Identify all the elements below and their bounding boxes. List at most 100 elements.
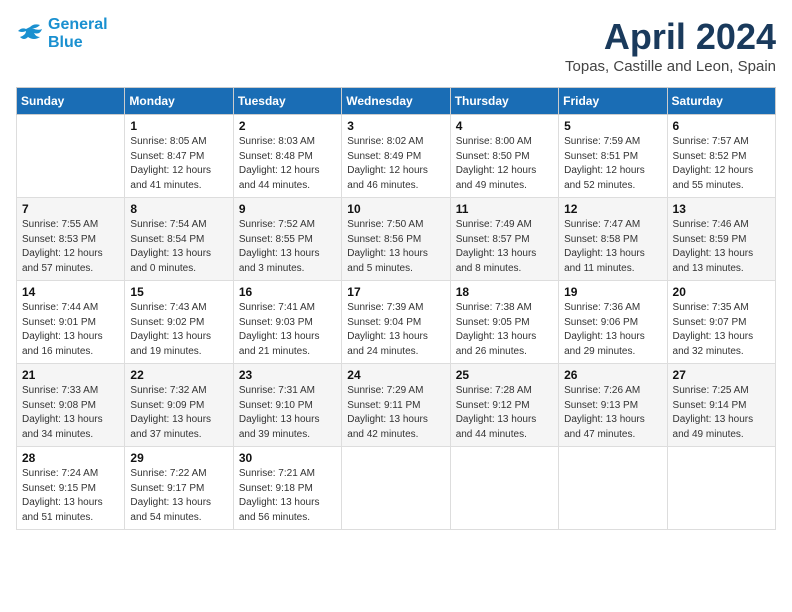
day-number: 15 <box>130 285 227 299</box>
day-number: 20 <box>673 285 770 299</box>
day-info: Sunrise: 7:47 AMSunset: 8:58 PMDaylight:… <box>564 218 661 276</box>
day-info: Sunrise: 8:00 AMSunset: 8:50 PMDaylight:… <box>456 135 553 193</box>
day-number: 29 <box>130 451 227 465</box>
logo-bird-icon <box>16 23 44 45</box>
day-number: 14 <box>22 285 119 299</box>
calendar-cell <box>450 447 558 530</box>
day-info: Sunrise: 7:57 AMSunset: 8:52 PMDaylight:… <box>673 135 770 193</box>
day-number: 17 <box>347 285 444 299</box>
weekday-header-row: SundayMondayTuesdayWednesdayThursdayFrid… <box>17 88 776 115</box>
calendar-cell: 20Sunrise: 7:35 AMSunset: 9:07 PMDayligh… <box>667 281 775 364</box>
calendar-cell: 5 Sunrise: 7:59 AMSunset: 8:51 PMDaylight… <box>559 115 667 198</box>
day-number: 26 <box>564 368 661 382</box>
calendar-cell: 23Sunrise: 7:31 AMSunset: 9:10 PMDayligh… <box>233 364 341 447</box>
day-info: Sunrise: 7:52 AMSunset: 8:55 PMDaylight:… <box>239 218 336 276</box>
calendar-cell: 25Sunrise: 7:28 AMSunset: 9:12 PMDayligh… <box>450 364 558 447</box>
day-info: Sunrise: 7:38 AMSunset: 9:05 PMDaylight:… <box>456 301 553 359</box>
day-number: 27 <box>673 368 770 382</box>
day-number: 10 <box>347 202 444 216</box>
calendar-cell <box>559 447 667 530</box>
logo: General Blue <box>16 16 108 51</box>
calendar-cell: 26 Sunrise: 7:26 AMSunset: 9:13 PMDayligh… <box>559 364 667 447</box>
day-info: Sunrise: 7:24 AMSunset: 9:15 PMDaylight:… <box>22 467 119 525</box>
day-number: 25 <box>456 368 553 382</box>
calendar-cell: 3Sunrise: 8:02 AMSunset: 8:49 PMDaylight… <box>342 115 450 198</box>
day-info: Sunrise: 7:32 AMSunset: 9:09 PMDaylight:… <box>130 384 227 442</box>
calendar-cell: 10 Sunrise: 7:50 AMSunset: 8:56 PMDayligh… <box>342 198 450 281</box>
calendar-cell: 8 Sunrise: 7:54 AMSunset: 8:54 PMDaylight… <box>125 198 233 281</box>
day-number: 21 <box>22 368 119 382</box>
day-info: Sunrise: 7:50 AMSunset: 8:56 PMDaylight:… <box>347 218 444 276</box>
logo-text: General Blue <box>48 16 108 51</box>
calendar-cell: 18 Sunrise: 7:38 AMSunset: 9:05 PMDayligh… <box>450 281 558 364</box>
calendar-week-row: 7 Sunrise: 7:55 AMSunset: 8:53 PMDaylight… <box>17 198 776 281</box>
day-number: 2 <box>239 119 336 133</box>
day-info: Sunrise: 7:25 AMSunset: 9:14 PMDaylight:… <box>673 384 770 442</box>
day-number: 19 <box>564 285 661 299</box>
day-number: 30 <box>239 451 336 465</box>
day-number: 12 <box>564 202 661 216</box>
day-info: Sunrise: 7:59 AMSunset: 8:51 PMDaylight:… <box>564 135 661 193</box>
calendar-week-row: 1 Sunrise: 8:05 AMSunset: 8:47 PMDaylight… <box>17 115 776 198</box>
calendar-cell: 7 Sunrise: 7:55 AMSunset: 8:53 PMDaylight… <box>17 198 125 281</box>
calendar-cell: 9 Sunrise: 7:52 AMSunset: 8:55 PMDaylight… <box>233 198 341 281</box>
day-info: Sunrise: 7:41 AMSunset: 9:03 PMDaylight:… <box>239 301 336 359</box>
calendar-cell: 11 Sunrise: 7:49 AMSunset: 8:57 PMDayligh… <box>450 198 558 281</box>
day-info: Sunrise: 7:49 AMSunset: 8:57 PMDaylight:… <box>456 218 553 276</box>
calendar-week-row: 28 Sunrise: 7:24 AMSunset: 9:15 PMDayligh… <box>17 447 776 530</box>
day-number: 18 <box>456 285 553 299</box>
calendar-cell: 30 Sunrise: 7:21 AMSunset: 9:18 PMDayligh… <box>233 447 341 530</box>
calendar-cell: 1 Sunrise: 8:05 AMSunset: 8:47 PMDaylight… <box>125 115 233 198</box>
day-number: 1 <box>130 119 227 133</box>
day-number: 9 <box>239 202 336 216</box>
calendar-cell <box>667 447 775 530</box>
day-number: 13 <box>673 202 770 216</box>
calendar-week-row: 14 Sunrise: 7:44 AMSunset: 9:01 PMDayligh… <box>17 281 776 364</box>
calendar-cell: 6Sunrise: 7:57 AMSunset: 8:52 PMDaylight… <box>667 115 775 198</box>
month-title: April 2024 <box>565 16 776 58</box>
calendar-cell: 17 Sunrise: 7:39 AMSunset: 9:04 PMDayligh… <box>342 281 450 364</box>
day-number: 28 <box>22 451 119 465</box>
calendar-cell: 27 Sunrise: 7:25 AMSunset: 9:14 PMDayligh… <box>667 364 775 447</box>
day-info: Sunrise: 7:55 AMSunset: 8:53 PMDaylight:… <box>22 218 119 276</box>
day-number: 4 <box>456 119 553 133</box>
day-info: Sunrise: 7:44 AMSunset: 9:01 PMDaylight:… <box>22 301 119 359</box>
calendar-cell: 29Sunrise: 7:22 AMSunset: 9:17 PMDayligh… <box>125 447 233 530</box>
day-number: 11 <box>456 202 553 216</box>
calendar-cell: 28 Sunrise: 7:24 AMSunset: 9:15 PMDayligh… <box>17 447 125 530</box>
day-number: 16 <box>239 285 336 299</box>
day-number: 7 <box>22 202 119 216</box>
day-info: Sunrise: 8:05 AMSunset: 8:47 PMDaylight:… <box>130 135 227 193</box>
day-info: Sunrise: 7:29 AMSunset: 9:11 PMDaylight:… <box>347 384 444 442</box>
day-info: Sunrise: 7:54 AMSunset: 8:54 PMDaylight:… <box>130 218 227 276</box>
title-block: April 2024 Topas, Castille and Leon, Spa… <box>565 16 776 75</box>
calendar-cell: 4 Sunrise: 8:00 AMSunset: 8:50 PMDaylight… <box>450 115 558 198</box>
day-number: 24 <box>347 368 444 382</box>
day-info: Sunrise: 7:26 AMSunset: 9:13 PMDaylight:… <box>564 384 661 442</box>
day-info: Sunrise: 8:02 AMSunset: 8:49 PMDaylight:… <box>347 135 444 193</box>
calendar-cell: 16 Sunrise: 7:41 AMSunset: 9:03 PMDayligh… <box>233 281 341 364</box>
page-header: General Blue April 2024 Topas, Castille … <box>16 16 776 75</box>
calendar-cell <box>342 447 450 530</box>
weekday-header: Friday <box>559 88 667 115</box>
calendar-cell: 13 Sunrise: 7:46 AMSunset: 8:59 PMDayligh… <box>667 198 775 281</box>
calendar-cell: 15Sunrise: 7:43 AMSunset: 9:02 PMDayligh… <box>125 281 233 364</box>
calendar-cell: 21 Sunrise: 7:33 AMSunset: 9:08 PMDayligh… <box>17 364 125 447</box>
calendar-cell: 12 Sunrise: 7:47 AMSunset: 8:58 PMDayligh… <box>559 198 667 281</box>
day-info: Sunrise: 7:46 AMSunset: 8:59 PMDaylight:… <box>673 218 770 276</box>
calendar-cell: 2Sunrise: 8:03 AMSunset: 8:48 PMDaylight… <box>233 115 341 198</box>
calendar-table: SundayMondayTuesdayWednesdayThursdayFrid… <box>16 87 776 530</box>
weekday-header: Wednesday <box>342 88 450 115</box>
day-number: 22 <box>130 368 227 382</box>
day-number: 8 <box>130 202 227 216</box>
calendar-cell: 24 Sunrise: 7:29 AMSunset: 9:11 PMDayligh… <box>342 364 450 447</box>
day-number: 23 <box>239 368 336 382</box>
day-info: Sunrise: 7:39 AMSunset: 9:04 PMDaylight:… <box>347 301 444 359</box>
weekday-header: Thursday <box>450 88 558 115</box>
day-number: 5 <box>564 119 661 133</box>
day-info: Sunrise: 7:21 AMSunset: 9:18 PMDaylight:… <box>239 467 336 525</box>
calendar-cell: 14 Sunrise: 7:44 AMSunset: 9:01 PMDayligh… <box>17 281 125 364</box>
day-info: Sunrise: 7:36 AMSunset: 9:06 PMDaylight:… <box>564 301 661 359</box>
weekday-header: Saturday <box>667 88 775 115</box>
day-info: Sunrise: 7:33 AMSunset: 9:08 PMDaylight:… <box>22 384 119 442</box>
